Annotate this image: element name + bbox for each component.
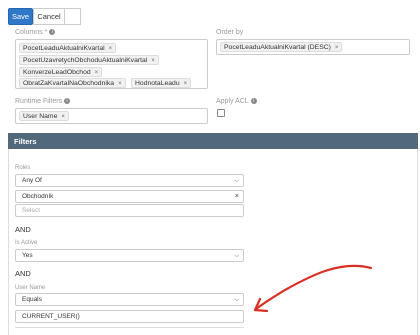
save-button[interactable]: Save: [8, 8, 33, 25]
column-tag-label: KonverzeLeadObchod: [23, 69, 91, 76]
is-active-value: Yes: [22, 252, 33, 259]
remove-tag-icon[interactable]: ×: [95, 70, 99, 76]
more-actions-button[interactable]: [65, 8, 81, 25]
remove-tag-icon[interactable]: ×: [151, 58, 155, 64]
column-tag-label: HodnotaLeadu: [135, 80, 180, 87]
apply-acl-label-text: Apply ACL: [216, 98, 249, 105]
column-tag: HodnotaLeadu ×: [131, 78, 192, 88]
apply-acl-checkbox[interactable]: [217, 109, 225, 117]
roles-operator-value: Any Of: [22, 177, 42, 184]
roles-selected-value: Obchodník: [22, 193, 54, 200]
column-tag-label: PocetLeaduAktualniKvartal: [23, 45, 105, 52]
column-tag: ObratZaKvartalNaObchodnika ×: [19, 78, 126, 88]
remove-tag-icon[interactable]: ×: [335, 45, 339, 51]
columns-label: Columns * i: [15, 29, 56, 36]
is-active-label: Is Active: [15, 240, 38, 246]
info-icon: i: [49, 29, 56, 36]
user-name-label: User Name: [15, 285, 46, 291]
chevron-down-icon: ⌵: [234, 178, 239, 184]
remove-tag-icon[interactable]: ×: [184, 81, 188, 87]
roles-select-placeholder: Select: [22, 207, 41, 214]
column-tag: PocetUzavretychObchoduAktualniKvartal ×: [19, 55, 159, 65]
divider: [15, 327, 244, 328]
close-icon[interactable]: ×: [235, 193, 239, 200]
info-icon: i: [64, 98, 71, 105]
roles-add-select[interactable]: Select: [15, 204, 244, 217]
column-tag: KonverzeLeadObchod ×: [19, 67, 103, 77]
order-by-multiselect[interactable]: PocetLeaduAktualniKvartal (DESC) ×: [216, 39, 410, 55]
column-tag-label: ObratZaKvartalNaObchodnika: [23, 80, 115, 87]
runtime-filters-multiselect[interactable]: User Name ×: [15, 108, 208, 124]
runtime-filter-tag: User Name ×: [19, 111, 69, 121]
runtime-filters-label: Runtime Filters i: [15, 98, 71, 105]
remove-tag-icon[interactable]: ×: [118, 81, 122, 87]
annotation-arrow-icon: [253, 264, 373, 313]
apply-acl-label: Apply ACL i: [216, 98, 257, 105]
order-by-label: Order by: [216, 29, 244, 36]
user-name-value-input[interactable]: CURRENT_USER(): [15, 310, 244, 323]
order-by-tag-label: PocetLeaduAktualniKvartal (DESC): [224, 44, 331, 51]
user-name-operator-select[interactable]: Equals ⌵: [15, 293, 244, 306]
chevron-down-icon: ⌵: [234, 297, 239, 303]
remove-tag-icon[interactable]: ×: [61, 114, 65, 120]
roles-value-multiselect[interactable]: Obchodník ×: [15, 190, 244, 203]
roles-operator-select[interactable]: Any Of ⌵: [15, 174, 244, 187]
is-active-select[interactable]: Yes ⌵: [15, 249, 244, 262]
chevron-down-icon: ⌵: [234, 253, 239, 259]
and-label: AND: [15, 269, 31, 278]
info-icon: i: [250, 98, 257, 105]
columns-label-text: Columns *: [15, 29, 48, 36]
roles-label: Roles: [15, 165, 31, 171]
runtime-filters-label-text: Runtime Filters: [15, 98, 63, 105]
remove-tag-icon[interactable]: ×: [109, 46, 113, 52]
filters-section-header: Filters: [8, 133, 418, 149]
user-name-operator-value: Equals: [22, 296, 42, 303]
column-tag: PocetLeaduAktualniKvartal ×: [19, 43, 117, 53]
runtime-filter-tag-label: User Name: [23, 113, 58, 120]
user-name-value: CURRENT_USER(): [22, 313, 80, 320]
columns-multiselect[interactable]: PocetLeaduAktualniKvartal × PocetUzavrety…: [15, 39, 208, 89]
and-label: AND: [15, 225, 31, 234]
column-tag-label: PocetUzavretychObchoduAktualniKvartal: [23, 57, 148, 64]
cancel-button[interactable]: Cancel: [33, 8, 65, 25]
order-by-tag: PocetLeaduAktualniKvartal (DESC) ×: [220, 42, 343, 52]
